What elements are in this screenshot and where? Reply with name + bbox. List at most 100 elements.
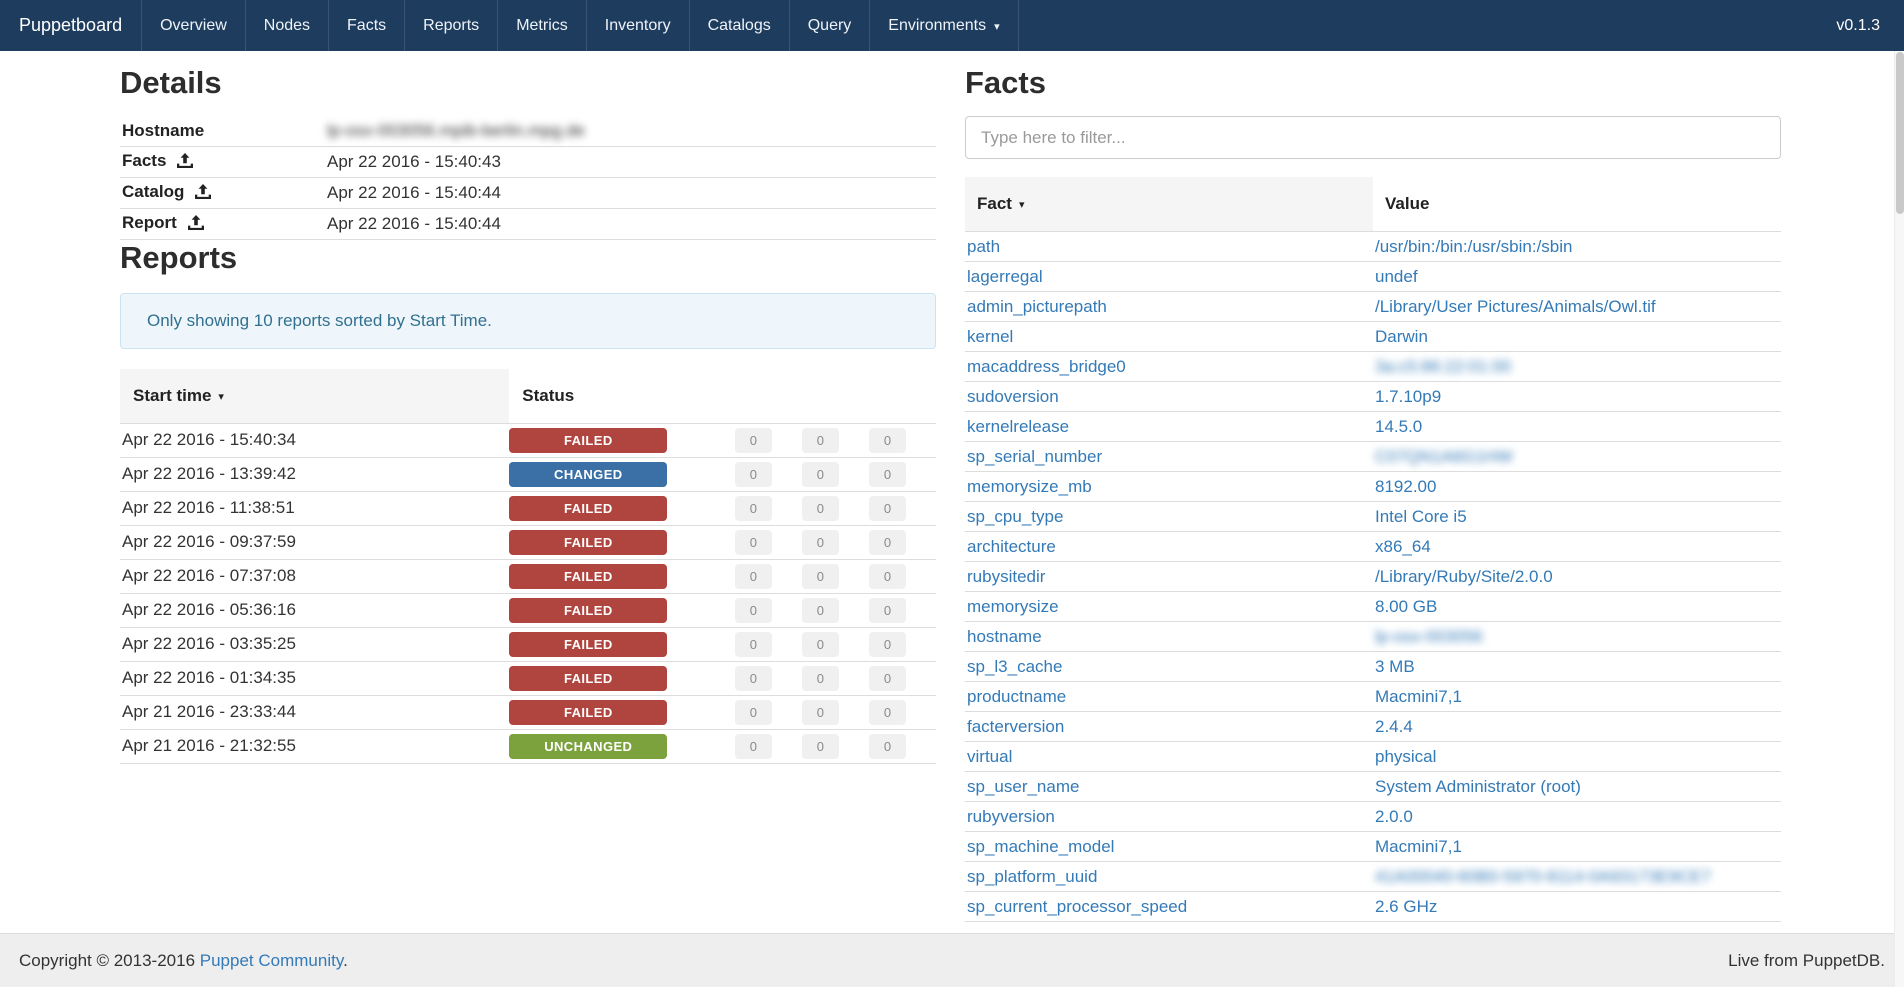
fact-name-link[interactable]: path <box>967 237 1000 256</box>
facts-filter-input[interactable] <box>965 116 1781 159</box>
fact-value-link[interactable]: 2.6 GHz <box>1375 897 1437 916</box>
fact-name-link[interactable]: sp_cpu_type <box>967 507 1063 526</box>
nav-item-query[interactable]: Query <box>789 0 870 51</box>
fact-name-link[interactable]: architecture <box>967 537 1056 556</box>
nav-item-reports[interactable]: Reports <box>404 0 497 51</box>
nav-item-overview[interactable]: Overview <box>141 0 245 51</box>
fact-name-link[interactable]: sp_machine_model <box>967 837 1114 856</box>
fact-name-link[interactable]: memorysize_mb <box>967 477 1092 496</box>
reports-column-status[interactable]: Status <box>509 369 936 424</box>
fact-name-link[interactable]: sudoversion <box>967 387 1059 406</box>
fact-value-link[interactable]: Intel Core i5 <box>1375 507 1467 526</box>
facts-column-fact[interactable]: Fact▾ <box>965 177 1373 232</box>
fact-name-link[interactable]: kernel <box>967 327 1013 346</box>
nav-item-metrics[interactable]: Metrics <box>497 0 586 51</box>
fact-value-link[interactable]: /usr/bin:/bin:/usr/sbin:/sbin <box>1375 237 1572 256</box>
upload-icon[interactable] <box>177 153 193 173</box>
nav-item-catalogs[interactable]: Catalogs <box>689 0 789 51</box>
status-badge: FAILED <box>509 428 667 453</box>
nav-item-inventory[interactable]: Inventory <box>586 0 689 51</box>
fact-value-link[interactable]: Macmini7,1 <box>1375 837 1462 856</box>
fact-value-link[interactable]: C07QN1A6G1HW <box>1375 447 1513 466</box>
fact-name-link[interactable]: sp_l3_cache <box>967 657 1062 676</box>
detail-label: Catalog <box>122 182 184 201</box>
fact-value-link[interactable]: 8.00 GB <box>1375 597 1437 616</box>
facts-title: Facts <box>965 65 1781 101</box>
fact-name-link[interactable]: memorysize <box>967 597 1059 616</box>
report-row: Apr 22 2016 - 01:34:35FAILED000 <box>120 661 936 695</box>
fact-value-link[interactable]: Macmini7,1 <box>1375 687 1462 706</box>
detail-value: lp-osx-003056.mpib-berlin.mpg.de <box>325 116 936 146</box>
main-content: Details Hostnamelp-osx-003056.mpib-berli… <box>0 51 1904 922</box>
fact-value-link[interactable]: 8192.00 <box>1375 477 1436 496</box>
fact-value-link[interactable]: 1.7.10p9 <box>1375 387 1441 406</box>
fact-value-link[interactable]: System Administrator (root) <box>1375 777 1581 796</box>
detail-value: Apr 22 2016 - 15:40:44 <box>325 208 936 239</box>
fact-value-link[interactable]: /Library/User Pictures/Animals/Owl.tif <box>1375 297 1656 316</box>
fact-row: virtual physical <box>965 742 1781 772</box>
fact-name-link[interactable]: facterversion <box>967 717 1064 736</box>
fact-value-link[interactable]: 14.5.0 <box>1375 417 1422 436</box>
scrollbar-track[interactable] <box>1894 51 1904 987</box>
count-badge: 0 <box>735 530 772 555</box>
fact-name-link[interactable]: lagerregal <box>967 267 1043 286</box>
status-badge: FAILED <box>509 530 667 555</box>
fact-value-link[interactable]: 2.4.4 <box>1375 717 1413 736</box>
fact-value-link[interactable]: 3a:c5:86:22:01:00 <box>1375 357 1511 376</box>
fact-row: kernel Darwin <box>965 322 1781 352</box>
fact-row: sp_serial_number C07QN1A6G1HW <box>965 442 1781 472</box>
fact-name-link[interactable]: rubyversion <box>967 807 1055 826</box>
report-row: Apr 22 2016 - 05:36:16FAILED000 <box>120 593 936 627</box>
fact-name-link[interactable]: sp_user_name <box>967 777 1079 796</box>
fact-value-link[interactable]: Darwin <box>1375 327 1428 346</box>
fact-row: hostname lp-osx-003056 <box>965 622 1781 652</box>
navbar-brand[interactable]: Puppetboard <box>0 0 141 51</box>
fact-row: path/usr/bin:/bin:/usr/sbin:/sbin <box>965 232 1781 262</box>
fact-name-link[interactable]: admin_picturepath <box>967 297 1107 316</box>
upload-icon[interactable] <box>188 215 204 235</box>
fact-value-link[interactable]: 2.0.0 <box>1375 807 1413 826</box>
details-row: CatalogApr 22 2016 - 15:40:44 <box>120 177 936 208</box>
caret-down-icon: ▾ <box>994 20 1000 33</box>
fact-name-link[interactable]: kernelrelease <box>967 417 1069 436</box>
fact-row: kernelrelease 14.5.0 <box>965 412 1781 442</box>
fact-row: rubyversion 2.0.0 <box>965 802 1781 832</box>
fact-name-link[interactable]: productname <box>967 687 1066 706</box>
details-table: Hostnamelp-osx-003056.mpib-berlin.mpg.de… <box>120 116 936 240</box>
fact-name-link[interactable]: macaddress_bridge0 <box>967 357 1126 376</box>
navbar: Puppetboard OverviewNodesFactsReportsMet… <box>0 0 1904 51</box>
count-badge: 0 <box>869 700 906 725</box>
fact-value-link[interactable]: physical <box>1375 747 1436 766</box>
nav-item-nodes[interactable]: Nodes <box>245 0 328 51</box>
copyright-suffix: . <box>343 951 348 970</box>
fact-value-link[interactable]: 41A00040-60B0-5970-8114-0A93173E9CE7 <box>1375 867 1711 886</box>
fact-name-link[interactable]: sp_current_processor_speed <box>967 897 1187 916</box>
fact-value-link[interactable]: undef <box>1375 267 1418 286</box>
navbar-items: OverviewNodesFactsReportsMetricsInventor… <box>141 0 869 51</box>
status-badge: CHANGED <box>509 462 667 487</box>
fact-name-link[interactable]: sp_platform_uuid <box>967 867 1097 886</box>
status-header-label: Status <box>522 386 574 405</box>
nav-item-environments[interactable]: Environments ▾ <box>869 0 1018 51</box>
facts-table: Fact▾ Value path/usr/bin:/bin:/usr/sbin:… <box>965 177 1781 922</box>
status-badge: UNCHANGED <box>509 734 667 759</box>
reports-column-start-time[interactable]: Start time▾ <box>120 369 509 424</box>
upload-icon[interactable] <box>195 184 211 204</box>
facts-column-value[interactable]: Value <box>1373 177 1781 232</box>
fact-name-link[interactable]: virtual <box>967 747 1012 766</box>
fact-name-link[interactable]: hostname <box>967 627 1042 646</box>
report-start-time: Apr 22 2016 - 01:34:35 <box>120 661 509 695</box>
puppet-community-link[interactable]: Puppet Community <box>200 951 343 970</box>
environments-label: Environments <box>888 17 986 35</box>
sort-caret-icon: ▾ <box>1019 199 1025 211</box>
status-badge: FAILED <box>509 564 667 589</box>
fact-name-link[interactable]: sp_serial_number <box>967 447 1102 466</box>
fact-name-link[interactable]: rubysitedir <box>967 567 1045 586</box>
scrollbar-thumb[interactable] <box>1896 52 1904 214</box>
report-start-time: Apr 21 2016 - 23:33:44 <box>120 695 509 729</box>
fact-value-link[interactable]: x86_64 <box>1375 537 1431 556</box>
fact-value-link[interactable]: 3 MB <box>1375 657 1415 676</box>
fact-value-link[interactable]: /Library/Ruby/Site/2.0.0 <box>1375 567 1553 586</box>
nav-item-facts[interactable]: Facts <box>328 0 404 51</box>
fact-value-link[interactable]: lp-osx-003056 <box>1375 627 1483 646</box>
